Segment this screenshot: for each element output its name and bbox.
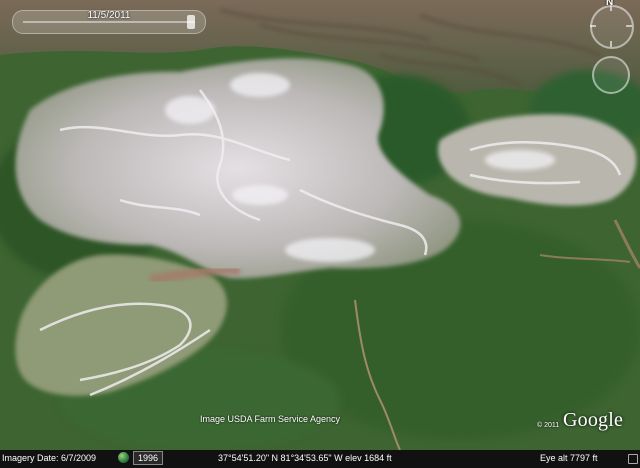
map-view[interactable]: 11/5/2011 N Image USDA Farm Service Agen… [0,0,640,468]
move-joystick[interactable] [592,56,630,94]
imagery-year-button[interactable]: 1996 [133,451,164,465]
north-indicator[interactable]: N [606,0,613,8]
time-slider-track[interactable] [23,21,195,23]
aerial-imagery[interactable] [0,0,640,450]
globe-icon[interactable] [118,452,129,463]
google-logo: Google [563,409,624,431]
navigation-controls[interactable]: N [584,0,640,94]
time-slider-date: 11/5/2011 [87,10,131,21]
status-bar: Imagery Date: 6/7/2009 1996 37°54'51.20"… [0,450,640,468]
streaming-status-icon [628,454,638,464]
look-joystick[interactable] [590,5,634,49]
pointer-coordinates: 37°54'51.20" N 81°34'53.65" W elev 1684 … [218,453,392,463]
copyright-notice: © 2011 [537,422,560,429]
historical-imagery-slider[interactable]: 11/5/2011 [12,10,206,34]
eye-altitude: Eye alt 7797 ft [540,453,598,463]
imagery-date: Imagery Date: 6/7/2009 [2,453,97,463]
